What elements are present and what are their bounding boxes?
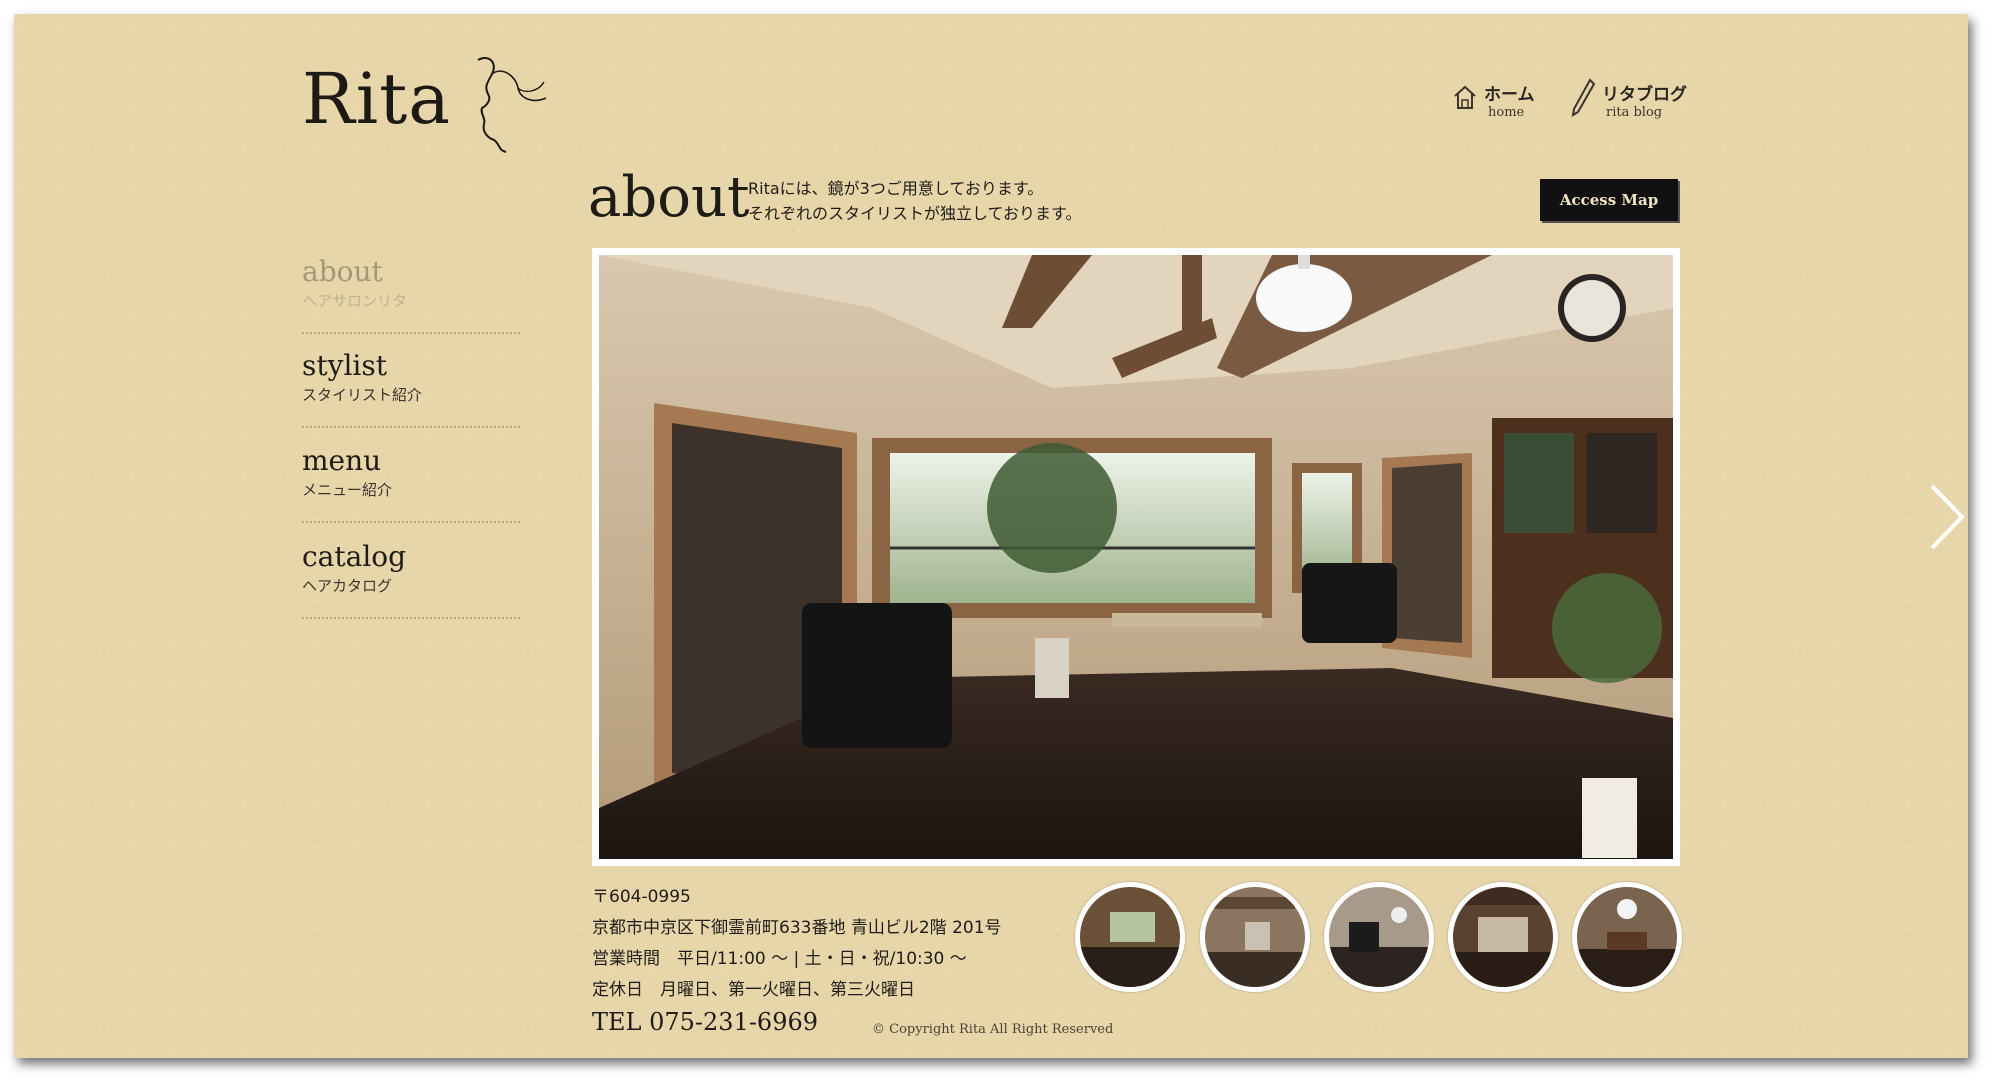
sidebar-item-label: menu xyxy=(302,444,382,477)
gallery-thumbnail-3[interactable] xyxy=(1324,882,1434,992)
home-label: ホーム xyxy=(1484,85,1535,105)
telephone[interactable]: TEL 075-231-6969 xyxy=(592,1008,818,1036)
sidebar-item-catalog[interactable]: catalog ヘアカタログ xyxy=(302,541,522,596)
sidebar-item-sublabel: ヘアサロンリタ xyxy=(302,292,408,310)
nav-divider xyxy=(302,521,520,523)
salon-interior-image xyxy=(599,255,1673,859)
nav-divider xyxy=(302,426,520,428)
sidebar-item-menu[interactable]: menu メニュー紹介 xyxy=(302,445,522,500)
home-sublabel: home xyxy=(1488,105,1525,120)
thumbnail-image xyxy=(1329,887,1429,987)
gallery-thumbnail-2[interactable] xyxy=(1200,882,1310,992)
page-title: about xyxy=(588,165,750,230)
address: 京都市中京区下御霊前町633番地 青山ビル2階 201号 xyxy=(592,918,1002,938)
opening-hours: 営業時間 平日/11:00 ～ | 土・日・祝/10:30 ～ xyxy=(592,949,967,969)
about-desc-line: それぞれのスタイリストが独立しております。 xyxy=(748,204,1082,223)
shop-info: 〒604-0995 京都市中京区下御霊前町633番地 青山ビル2階 201号 営… xyxy=(592,882,1002,1006)
thumbnail-image xyxy=(1577,887,1677,987)
thumbnail-image xyxy=(1453,887,1553,987)
thumbnail-image xyxy=(1080,887,1180,987)
access-map-button[interactable]: Access Map xyxy=(1540,179,1678,221)
blog-label: リタブログ xyxy=(1602,85,1687,105)
about-desc-line: Ritaには、鏡が3つご用意しております。 xyxy=(748,179,1044,198)
woman-profile-logo-icon xyxy=(477,56,547,153)
closed-days: 定休日 月曜日、第一火曜日、第三火曜日 xyxy=(592,980,915,1000)
gallery-thumbnail-5[interactable] xyxy=(1572,882,1682,992)
postal-code: 〒604-0995 xyxy=(592,887,691,907)
sidebar-item-sublabel: ヘアカタログ xyxy=(302,577,393,595)
gallery-thumbnail-1[interactable] xyxy=(1075,882,1185,992)
thumbnail-image xyxy=(1205,887,1305,987)
sidebar-item-label: about xyxy=(302,255,383,288)
blog-sublabel: rita blog xyxy=(1606,105,1663,120)
main-photo xyxy=(592,248,1680,866)
house-icon xyxy=(1454,85,1476,109)
sidebar-item-label: catalog xyxy=(302,540,407,573)
nav-divider xyxy=(302,332,520,334)
nav-divider xyxy=(302,617,520,619)
pen-icon xyxy=(1571,78,1596,117)
gallery-thumbnail-4[interactable] xyxy=(1448,882,1558,992)
sidebar-item-about[interactable]: about ヘアサロンリタ xyxy=(302,256,522,311)
sidebar-item-stylist[interactable]: stylist スタイリスト紹介 xyxy=(302,350,522,405)
chevron-right-icon[interactable] xyxy=(1928,482,1966,552)
brand-logo[interactable]: Rita xyxy=(302,58,451,140)
about-description: Ritaには、鏡が3つご用意しております。 それぞれのスタイリストが独立しており… xyxy=(748,176,1081,226)
sidebar-item-sublabel: スタイリスト紹介 xyxy=(302,386,423,404)
copyright: © Copyright Rita All Right Reserved xyxy=(872,1022,1114,1037)
sidebar-item-sublabel: メニュー紹介 xyxy=(302,481,393,499)
sidebar-item-label: stylist xyxy=(302,349,387,382)
